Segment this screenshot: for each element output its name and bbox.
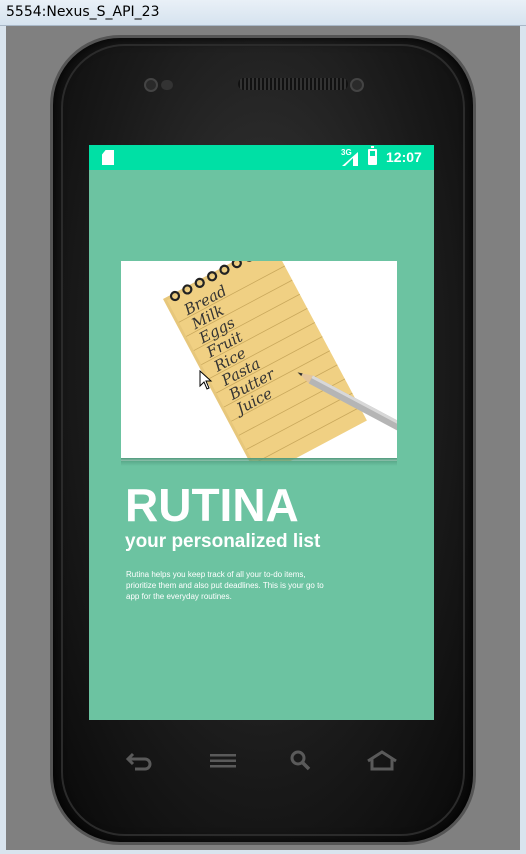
search-button[interactable] [284, 748, 318, 774]
battery-icon [368, 146, 377, 165]
app-title: RUTINA [125, 479, 299, 531]
emulator-window: 5554:Nexus_S_API_23 3G 12:07 Bread Milk … [0, 0, 526, 854]
notepad-illustration: Bread Milk Eggs Fruit Rice Pasta Butter … [163, 261, 397, 461]
window-frame-right [520, 26, 526, 854]
light-sensor [350, 78, 364, 92]
clock: 12:07 [386, 149, 422, 165]
back-button[interactable] [122, 748, 156, 774]
hardware-nav-bar [89, 720, 434, 805]
app-subtitle: your personalized list [125, 531, 321, 552]
image-shadow [121, 458, 397, 466]
title-bar[interactable]: 5554:Nexus_S_API_23 [0, 0, 526, 26]
home-icon [367, 750, 397, 771]
proximity-sensor [161, 80, 173, 90]
signal-icon [342, 152, 358, 166]
front-camera [144, 78, 158, 92]
window-frame-left [0, 26, 6, 854]
window-frame-bottom [0, 850, 526, 854]
back-icon [125, 752, 152, 771]
search-icon [290, 750, 311, 771]
mouse-cursor-icon [199, 370, 213, 390]
menu-button[interactable] [206, 748, 240, 774]
sd-card-icon [102, 150, 114, 165]
app-description: Rutina helps you keep track of all your … [126, 570, 324, 601]
device-screen[interactable]: 3G 12:07 Bread Milk Eggs Fruit Rice Past… [89, 145, 434, 720]
status-bar: 3G 12:07 [89, 145, 434, 170]
home-button[interactable] [365, 748, 399, 774]
window-title: 5554:Nexus_S_API_23 [6, 4, 160, 20]
earpiece-speaker [238, 78, 348, 90]
notepad-image: Bread Milk Eggs Fruit Rice Pasta Butter … [121, 261, 397, 461]
menu-icon [210, 754, 236, 768]
